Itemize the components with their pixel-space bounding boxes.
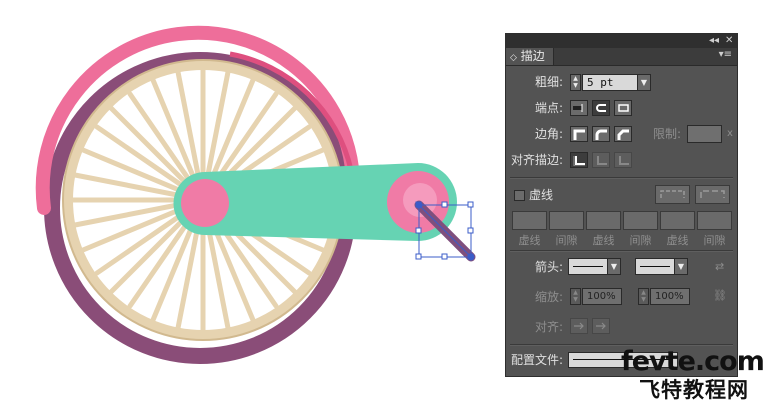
cap-label: 端点: [535, 101, 564, 115]
weight-label: 粗细: [535, 75, 564, 89]
gap-label-2: 间隙 [629, 234, 652, 247]
watermark-domain: fevte.com [621, 346, 765, 377]
swap-arrowheads-icon[interactable]: ⇄ [715, 260, 724, 273]
dash-label-1: 虚线 [518, 234, 541, 247]
butt-cap-icon [573, 104, 583, 112]
limit-label: 限制: [653, 127, 682, 141]
panel-title-bar: ◂◂ ✕ [506, 34, 737, 48]
end-arrowhead-dropdown-icon[interactable]: ▼ [674, 258, 688, 275]
align-arrow-label: 对齐: [535, 320, 564, 334]
round-cap-button[interactable] [592, 100, 610, 116]
profile-label: 配置文件: [511, 353, 564, 367]
dash-label-2: 虚线 [592, 234, 615, 247]
arrow-tip-beyond-button[interactable] [570, 318, 588, 334]
miter-join-button[interactable] [570, 126, 588, 142]
close-icon[interactable]: ✕ [725, 34, 733, 48]
panel-tab-row: ◇ 描边 ▾≡ [506, 48, 737, 66]
collapse-icon[interactable]: ◂◂ [709, 34, 719, 48]
round-join-icon [595, 129, 607, 140]
canvas-artwork [35, 25, 476, 364]
dash-input-3[interactable] [660, 211, 695, 230]
scale-start-stepper[interactable]: ▲ ▼ [570, 288, 581, 305]
weight-stepper[interactable]: ▲ ▼ [570, 74, 581, 91]
projecting-cap-button[interactable] [614, 100, 632, 116]
tab-stroke-label: 描边 [520, 49, 545, 63]
align-dash-button[interactable] [695, 185, 730, 204]
align-inside-button[interactable] [592, 152, 610, 168]
weight-input[interactable]: 5 pt [582, 74, 638, 91]
scale-start-input[interactable]: 100% [582, 288, 622, 305]
link-scale-icon[interactable]: ⛓ [713, 289, 727, 302]
gap-input-2[interactable] [623, 211, 658, 230]
miter-join-icon [573, 129, 585, 140]
align-inside-icon [597, 156, 607, 165]
arrow-tip-at-end-icon [596, 322, 606, 330]
align-center-button[interactable] [570, 152, 588, 168]
align-dash-icon [700, 190, 725, 198]
gap-label-1: 间隙 [555, 234, 578, 247]
weight-dropdown-icon[interactable]: ▼ [637, 74, 651, 91]
crank-hub [181, 179, 229, 227]
limit-input[interactable] [687, 125, 722, 143]
align-stroke-label: 对齐描边: [511, 153, 564, 167]
dash-label-3: 虚线 [666, 234, 689, 247]
arrow-tip-at-end-button[interactable] [592, 318, 610, 334]
corner-label: 边角: [535, 127, 564, 141]
panel-menu-icon[interactable]: ▾≡ [719, 49, 732, 60]
align-center-icon [573, 156, 585, 166]
projecting-cap-icon [618, 104, 629, 112]
divider [510, 250, 733, 252]
dash-input-1[interactable] [512, 211, 547, 230]
round-join-button[interactable] [592, 126, 610, 142]
divider [510, 177, 733, 179]
dash-input-2[interactable] [586, 211, 621, 230]
limit-suffix: x [727, 128, 733, 139]
scale-label: 缩放: [535, 290, 564, 304]
watermark-site-name: 飞特教程网 [639, 378, 749, 402]
start-arrowhead-dropdown-icon[interactable]: ▼ [607, 258, 621, 275]
gap-label-3: 间隙 [703, 234, 726, 247]
end-arrowhead-select[interactable] [635, 258, 675, 275]
preserve-dash-icon [660, 190, 685, 198]
tab-expand-icon: ◇ [510, 53, 517, 63]
start-arrowhead-select[interactable] [568, 258, 608, 275]
dashed-line-label: 虚线 [529, 188, 554, 202]
stroke-panel: ◂◂ ✕ ◇ 描边 ▾≡ 粗细: ▲ ▼ 5 pt ▼ 端点: 边角: 限制: x… [505, 33, 738, 377]
bevel-join-button[interactable] [614, 126, 632, 142]
dashed-line-checkbox[interactable] [514, 190, 525, 201]
scale-end-input[interactable]: 100% [650, 288, 690, 305]
arrow-tip-beyond-icon [574, 322, 584, 330]
tab-stroke[interactable]: ◇ 描边 [506, 48, 554, 65]
scale-end-stepper[interactable]: ▲ ▼ [638, 288, 649, 305]
align-outside-icon [619, 156, 629, 165]
align-outside-button[interactable] [614, 152, 632, 168]
bevel-join-icon [617, 129, 629, 140]
butt-cap-button[interactable] [570, 100, 588, 116]
gap-input-1[interactable] [549, 211, 584, 230]
arrowheads-label: 箭头: [535, 260, 564, 274]
preserve-dash-button[interactable] [655, 185, 690, 204]
gap-input-3[interactable] [697, 211, 732, 230]
round-cap-icon [596, 104, 606, 112]
